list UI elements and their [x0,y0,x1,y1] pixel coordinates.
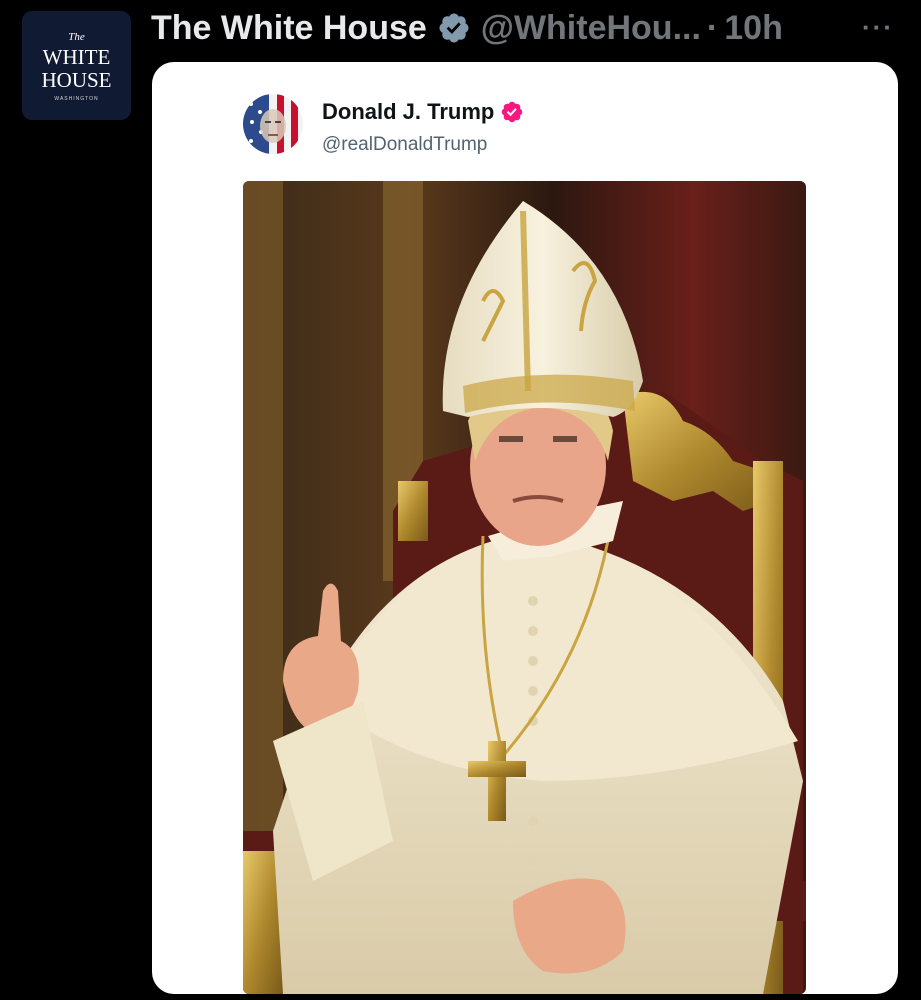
avatar-text-the: The [68,31,85,43]
avatar-text-washington: WASHINGTON [54,96,99,102]
embedded-author-display-name[interactable]: Donald J. Trump [322,99,494,125]
post-image[interactable] [243,181,806,994]
author-avatar[interactable]: The WHITE HOUSE WASHINGTON [22,11,131,120]
verified-badge-icon[interactable] [500,100,524,124]
author-display-name[interactable]: The White House [151,9,427,48]
author-handle[interactable]: @WhiteHou... [481,9,701,48]
verified-badge-icon[interactable] [437,11,471,45]
tweet[interactable]: The WHITE HOUSE WASHINGTON The White Hou… [0,0,921,1000]
generated-portrait-image [243,181,806,994]
embedded-author-name-row: Donald J. Trump [322,99,524,125]
more-options-icon[interactable]: ··· [862,12,894,43]
flag-portrait-icon [243,94,303,154]
tweet-header: The White House @WhiteHou... · 10h [151,6,783,50]
avatar-text-house: HOUSE [41,68,112,92]
avatar-text-white: WHITE [42,45,111,69]
post-timestamp[interactable]: 10h [724,9,783,48]
embedded-post-card[interactable]: Donald J. Trump @realDonaldTrump [152,62,898,994]
separator-dot: · [706,8,719,47]
embedded-author-avatar[interactable] [243,94,303,154]
embedded-author-handle[interactable]: @realDonaldTrump [322,134,487,156]
